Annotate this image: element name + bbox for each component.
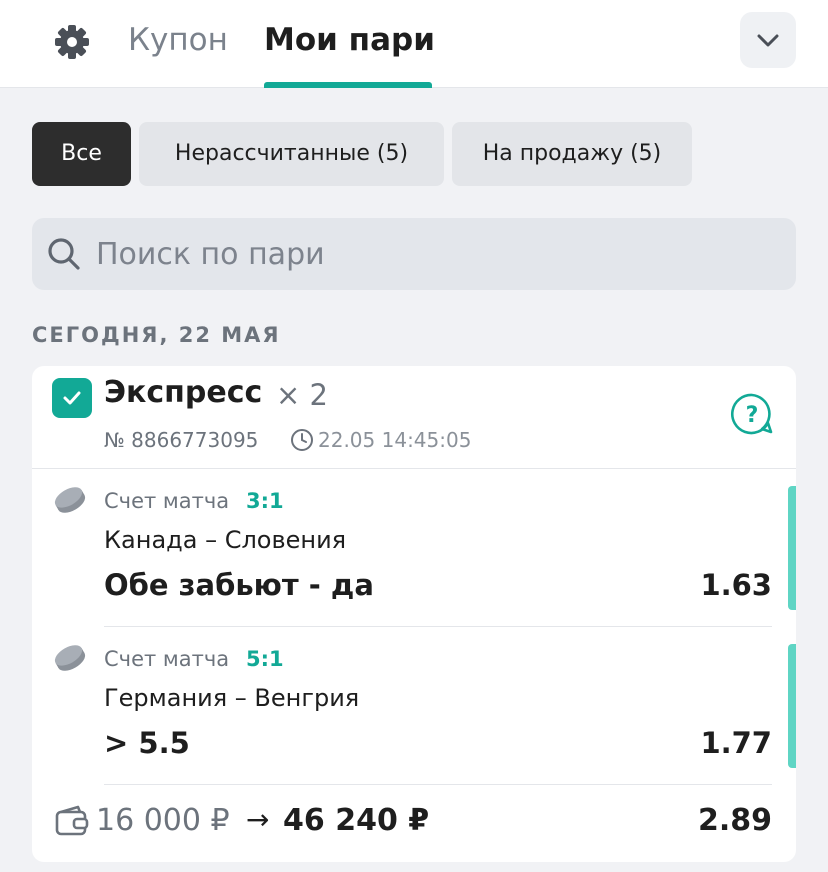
leg-odds: 1.77	[700, 726, 772, 760]
chevron-down-icon	[757, 34, 779, 47]
search-input[interactable]	[96, 228, 776, 280]
arrow-right-icon: →	[246, 803, 270, 836]
hockey-puck-icon	[54, 645, 86, 671]
filter-all-button[interactable]: Все	[32, 122, 131, 186]
bet-card[interactable]: Экспресс × 2 № 8866773095 22.05 14:45:05…	[32, 366, 796, 862]
bet-number: № 8866773095	[104, 428, 259, 452]
date-section-label: СЕГОДНЯ, 22 МАЯ	[32, 323, 281, 347]
leg-status-bar	[788, 644, 796, 768]
help-icon[interactable]: ?	[730, 392, 774, 436]
search-bar[interactable]	[32, 218, 796, 290]
tab-my-bets[interactable]: Мои пари	[264, 20, 435, 60]
bet-multiplier: × 2	[276, 378, 328, 412]
leg-status-bar	[788, 486, 796, 610]
bet-timestamp: 22.05 14:45:05	[318, 428, 472, 452]
collapse-button[interactable]	[740, 12, 796, 68]
tab-coupon[interactable]: Купон	[128, 20, 228, 60]
leg-score: 5:1	[246, 647, 284, 671]
leg-match: Канада – Словения	[104, 526, 347, 554]
stake-amount: 16 000 ₽	[96, 803, 230, 838]
leg-outcome: > 5.5	[104, 726, 190, 760]
leg-market: Счет матча	[104, 489, 230, 513]
leg-odds: 1.63	[700, 568, 772, 602]
active-tab-indicator	[264, 82, 432, 88]
filter-for-sale-button[interactable]: На продажу (5)	[452, 122, 692, 186]
clock-icon	[291, 429, 313, 451]
top-bar: Купон Мои пари	[0, 0, 828, 88]
checkmark-icon	[63, 391, 81, 405]
potential-payout: 46 240 ₽	[283, 803, 430, 838]
leg-match: Германия – Венгрия	[104, 684, 360, 712]
hockey-puck-icon	[54, 487, 86, 513]
search-icon	[48, 238, 80, 270]
bet-checkbox[interactable]	[52, 378, 92, 418]
leg-score: 3:1	[246, 489, 284, 513]
gear-icon[interactable]	[52, 22, 92, 62]
wallet-icon	[55, 805, 89, 836]
bet-type-title: Экспресс	[104, 375, 263, 410]
leg-divider	[104, 784, 772, 785]
filter-unsettled-button[interactable]: Нерассчитанные (5)	[139, 122, 444, 186]
card-divider	[32, 468, 796, 469]
leg-divider	[104, 626, 772, 627]
total-odds: 2.89	[697, 803, 772, 838]
leg-market: Счет матча	[104, 647, 230, 671]
svg-text:?: ?	[746, 403, 759, 428]
leg-outcome: Обе забьют - да	[104, 568, 374, 602]
